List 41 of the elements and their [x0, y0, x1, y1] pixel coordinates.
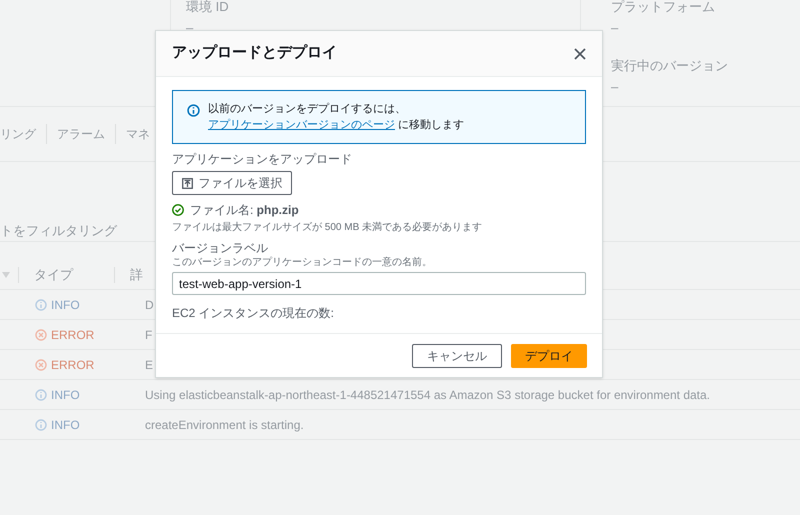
info-icon	[187, 104, 200, 117]
column-header: タイプ	[34, 266, 74, 284]
version-label-description: このバージョンのアプリケーションコードの一意の名前。	[172, 256, 433, 269]
cancel-button[interactable]: キャンセル	[412, 344, 502, 368]
event-type: INFO	[51, 386, 80, 404]
event-details: createEnvironment is starting.	[145, 416, 304, 434]
filter-field[interactable]: トをフィルタリング	[0, 220, 160, 240]
application-versions-link[interactable]: アプリケーションバージョンのページ	[208, 119, 395, 131]
version-label-title: バージョンラベル	[172, 240, 269, 256]
event-type: ERROR	[51, 356, 94, 374]
dialog-title: アップロードとデプロイ	[172, 43, 337, 64]
field-label: プラットフォーム	[611, 0, 716, 14]
event-details: D	[145, 296, 154, 314]
event-type: ERROR	[51, 326, 94, 344]
error-icon	[35, 358, 47, 370]
field-label: 環境 ID	[186, 0, 230, 14]
info-icon	[35, 388, 47, 400]
field-label: 実行中のバージョン	[611, 56, 729, 74]
field-value: –	[611, 19, 620, 37]
upload-icon	[182, 178, 192, 188]
alert-message: 以前のバージョンをデプロイするには、 アプリケーションバージョンのページ に移動します	[208, 102, 466, 133]
instance-count-label: EC2 インスタンスの現在の数:	[172, 305, 336, 321]
event-details: F	[145, 326, 152, 344]
field-value: –	[186, 19, 194, 37]
close-icon[interactable]	[574, 48, 586, 60]
version-label-input[interactable]: test-web-app-version-1	[172, 272, 586, 295]
choose-file-button[interactable]: ファイルを選択	[172, 171, 292, 195]
event-type: INFO	[51, 416, 80, 434]
file-name: ファイル名: php.zip	[190, 202, 299, 219]
error-icon	[35, 328, 47, 340]
info-icon	[35, 298, 47, 310]
upload-label: アプリケーションをアップロード	[172, 151, 353, 167]
column-header: 詳	[130, 266, 143, 284]
success-check-icon	[172, 204, 184, 216]
file-size-hint: ファイルは最大ファイルサイズが 500 MB 未満である必要があります	[172, 221, 484, 234]
event-details: Using elasticbeanstalk-ap-northeast-1-448521471554 as Amazon S3 storage bucket for environment data.	[145, 386, 710, 404]
deploy-button[interactable]: デプロイ	[511, 344, 587, 368]
event-details: E	[145, 356, 154, 374]
info-icon	[35, 418, 47, 430]
field-value: –	[611, 78, 620, 96]
event-type: INFO	[51, 296, 80, 314]
